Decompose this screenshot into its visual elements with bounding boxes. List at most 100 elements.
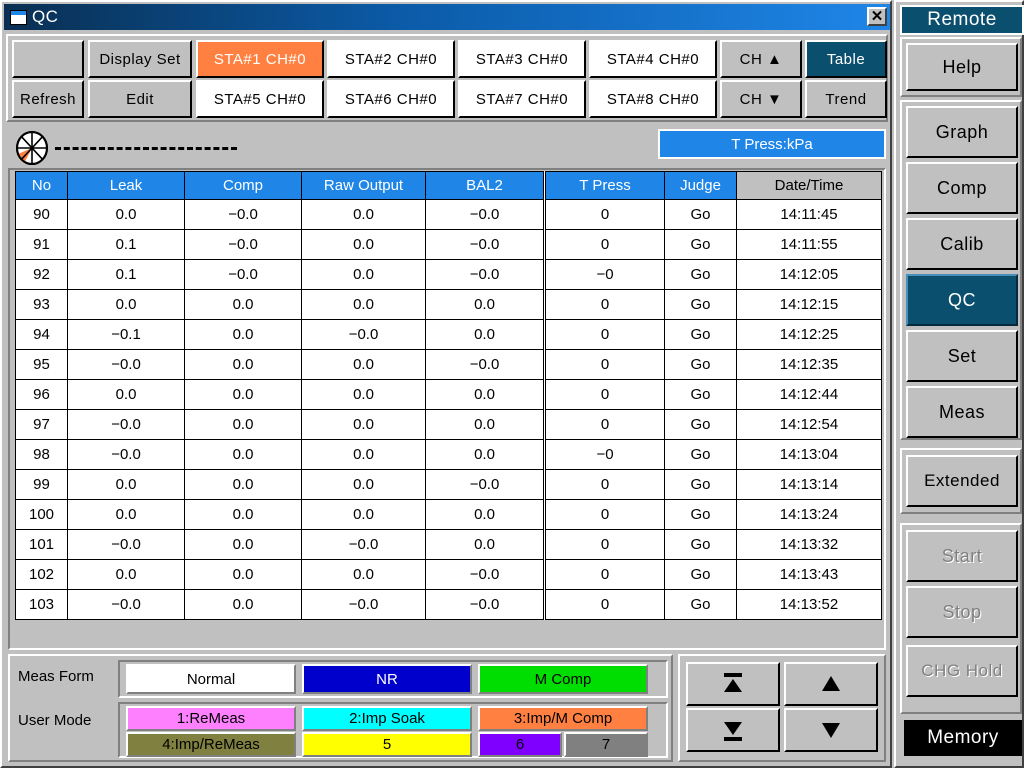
table-row[interactable]: 100 0.0 0.0 0.0 0.0 0 Go 14:13:24: [15, 499, 882, 530]
ch-down-button[interactable]: CH ▼: [720, 80, 802, 118]
table-cell-judge: Go: [664, 319, 737, 350]
table-cell-bal2: −0.0: [425, 229, 545, 260]
table-row[interactable]: 91 0.1 −0.0 0.0 −0.0 0 Go 14:11:55: [15, 229, 882, 260]
table-row[interactable]: 99 0.0 0.0 0.0 −0.0 0 Go 14:13:14: [15, 469, 882, 500]
table-header-date-time[interactable]: Date/Time: [736, 171, 882, 200]
nav-top-button[interactable]: [686, 662, 780, 706]
meas-form-mcomp-button[interactable]: M Comp: [478, 664, 648, 694]
display-set-button[interactable]: Display Set: [88, 40, 192, 78]
user-mode-4-button[interactable]: 4:Imp/ReMeas: [126, 732, 296, 757]
sidebar-item-stop[interactable]: Stop: [906, 586, 1018, 638]
meas-form-normal-button[interactable]: Normal: [126, 664, 296, 694]
station-tab-3[interactable]: STA#3 CH#0: [458, 40, 586, 78]
table-row[interactable]: 98 −0.0 0.0 0.0 0.0 −0 Go 14:13:04: [15, 439, 882, 470]
refresh-button[interactable]: Refresh: [12, 80, 84, 118]
table-cell-no: 97: [15, 409, 68, 440]
table-row[interactable]: 101 −0.0 0.0 −0.0 0.0 0 Go 14:13:32: [15, 529, 882, 560]
nav-bottom-button[interactable]: [686, 708, 780, 752]
user-mode-3-button[interactable]: 3:Imp/M Comp: [478, 706, 648, 731]
sidebar-item-help[interactable]: Help: [906, 43, 1018, 91]
trend-view-button[interactable]: Trend: [805, 80, 887, 118]
table-cell-date-time: 14:13:24: [736, 499, 882, 530]
table-cell-date-time: 14:12:05: [736, 259, 882, 290]
table-cell-bal2: 0.0: [425, 499, 545, 530]
table-row[interactable]: 90 0.0 −0.0 0.0 −0.0 0 Go 14:11:45: [15, 199, 882, 230]
table-cell-bal2: 0.0: [425, 439, 545, 470]
station-tab-5[interactable]: STA#5 CH#0: [196, 80, 324, 118]
user-mode-5-button[interactable]: 5: [302, 732, 472, 757]
table-cell-raw-output: −0.0: [301, 319, 426, 350]
edit-button[interactable]: Edit: [88, 80, 192, 118]
table-cell-bal2: −0.0: [425, 469, 545, 500]
close-icon[interactable]: ✕: [867, 7, 887, 26]
table-cell-no: 92: [15, 259, 68, 290]
station-tab-7[interactable]: STA#7 CH#0: [458, 80, 586, 118]
table-cell-date-time: 14:12:35: [736, 349, 882, 380]
table-cell-raw-output: 0.0: [301, 439, 426, 470]
table-cell-comp: 0.0: [184, 379, 302, 410]
station-tab-6[interactable]: STA#6 CH#0: [327, 80, 455, 118]
table-row[interactable]: 95 −0.0 0.0 0.0 −0.0 0 Go 14:12:35: [15, 349, 882, 380]
meas-form-nr-button[interactable]: NR: [302, 664, 472, 694]
table-cell-comp: −0.0: [184, 199, 302, 230]
nav-up-button[interactable]: [784, 662, 878, 706]
table-cell-date-time: 14:13:04: [736, 439, 882, 470]
table-cell-leak: 0.1: [67, 229, 185, 260]
table-cell-comp: 0.0: [184, 409, 302, 440]
station-tab-1[interactable]: STA#1 CH#0: [196, 40, 324, 78]
table-cell-bal2: −0.0: [425, 589, 545, 620]
table-row[interactable]: 96 0.0 0.0 0.0 0.0 0 Go 14:12:44: [15, 379, 882, 410]
nav-down-button[interactable]: [784, 708, 878, 752]
table-cell-bal2: 0.0: [425, 289, 545, 320]
table-header-bal2[interactable]: BAL2: [425, 171, 545, 200]
sidebar-group-main: Graph Comp Calib QC Set Meas: [900, 100, 1022, 440]
sidebar-item-extended[interactable]: Extended: [906, 455, 1018, 507]
user-mode-2-button[interactable]: 2:Imp Soak: [302, 706, 472, 731]
table-header-judge[interactable]: Judge: [664, 171, 737, 200]
sidebar-header-remote[interactable]: Remote: [900, 5, 1024, 35]
table-row[interactable]: 93 0.0 0.0 0.0 0.0 0 Go 14:12:15: [15, 289, 882, 320]
table-cell-leak: 0.0: [67, 469, 185, 500]
toolbar-blank-button[interactable]: [12, 40, 84, 78]
top-arrow-icon: [724, 673, 742, 692]
table-header-raw-output[interactable]: Raw Output: [301, 171, 426, 200]
sidebar-item-set[interactable]: Set: [906, 330, 1018, 382]
sidebar-item-comp[interactable]: Comp: [906, 162, 1018, 214]
user-mode-1-button[interactable]: 1:ReMeas: [126, 706, 296, 731]
sidebar-item-qc[interactable]: QC: [906, 274, 1018, 326]
table-header-leak[interactable]: Leak: [67, 171, 185, 200]
table-header-t-press[interactable]: T Press: [543, 171, 665, 200]
table-cell-bal2: 0.0: [425, 379, 545, 410]
table-row[interactable]: 103 −0.0 0.0 −0.0 −0.0 0 Go 14:13:52: [15, 589, 882, 620]
table-cell-comp: 0.0: [184, 319, 302, 350]
table-cell-comp: 0.0: [184, 529, 302, 560]
table-cell-comp: 0.0: [184, 559, 302, 590]
table-cell-no: 93: [15, 289, 68, 320]
table-cell-judge: Go: [664, 409, 737, 440]
table-cell-judge: Go: [664, 499, 737, 530]
sidebar-item-graph[interactable]: Graph: [906, 106, 1018, 158]
table-row[interactable]: 97 −0.0 0.0 0.0 0.0 0 Go 14:12:54: [15, 409, 882, 440]
user-mode-6-button[interactable]: 6: [478, 732, 562, 757]
station-tab-2[interactable]: STA#2 CH#0: [327, 40, 455, 78]
sidebar-item-start[interactable]: Start: [906, 530, 1018, 582]
ch-up-button[interactable]: CH ▲: [720, 40, 802, 78]
table-cell-raw-output: 0.0: [301, 409, 426, 440]
sidebar-item-meas[interactable]: Meas: [906, 386, 1018, 438]
sidebar-item-chg-hold[interactable]: CHG Hold: [906, 645, 1018, 697]
app-root: QC ✕ Refresh Display Set Edit STA#1 CH#0…: [0, 0, 1024, 768]
table-cell-leak: −0.0: [67, 409, 185, 440]
table-header-comp[interactable]: Comp: [184, 171, 302, 200]
table-row[interactable]: 92 0.1 −0.0 0.0 −0.0 −0 Go 14:12:05: [15, 259, 882, 290]
table-view-button[interactable]: Table: [805, 40, 887, 78]
table-cell-date-time: 14:11:55: [736, 229, 882, 260]
station-tab-4[interactable]: STA#4 CH#0: [589, 40, 717, 78]
user-mode-7-button[interactable]: 7: [564, 732, 648, 757]
table-cell-judge: Go: [664, 199, 737, 230]
sidebar-item-calib[interactable]: Calib: [906, 218, 1018, 270]
table-row[interactable]: 102 0.0 0.0 0.0 −0.0 0 Go 14:13:43: [15, 559, 882, 590]
table-row[interactable]: 94 −0.1 0.0 −0.0 0.0 0 Go 14:12:25: [15, 319, 882, 350]
station-tab-8[interactable]: STA#8 CH#0: [589, 80, 717, 118]
sidebar-item-memory[interactable]: Memory: [904, 720, 1022, 756]
table-header-no[interactable]: No: [15, 171, 68, 200]
